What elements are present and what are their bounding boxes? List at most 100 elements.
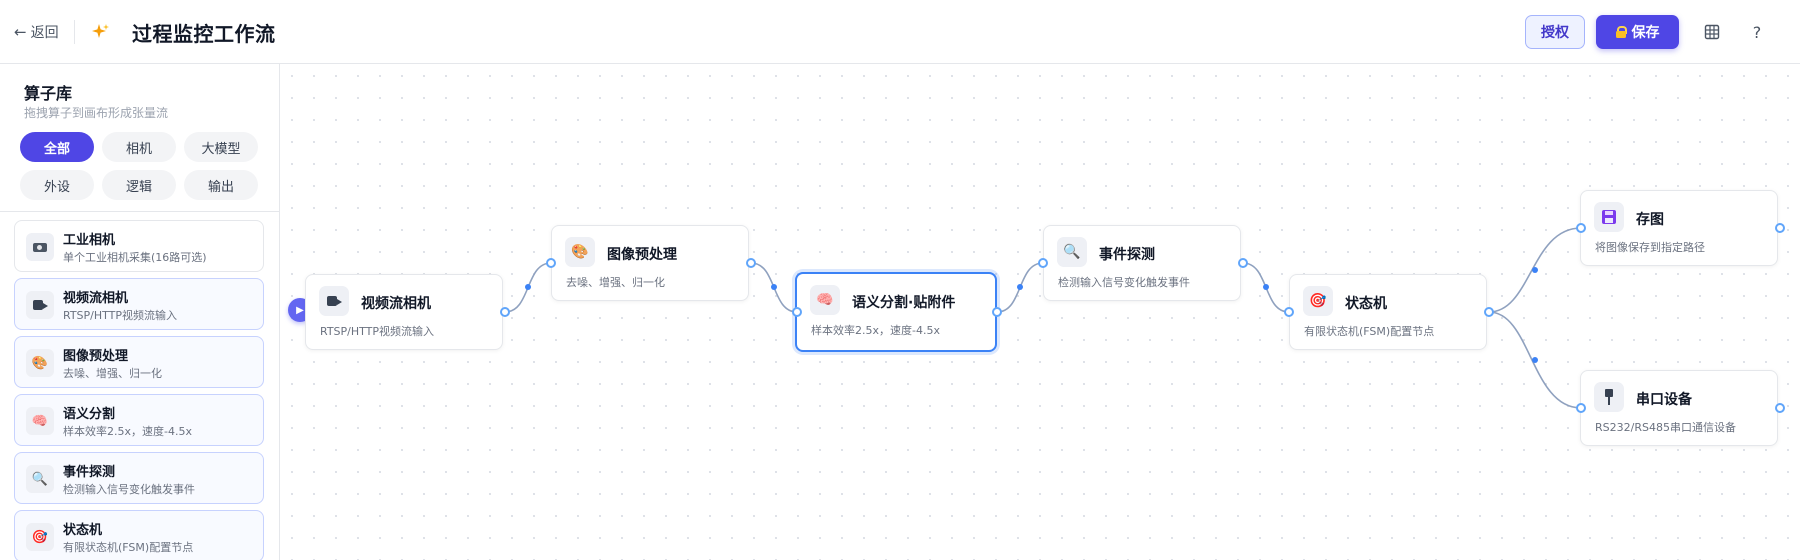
grid-icon xyxy=(1704,24,1720,40)
output-port[interactable] xyxy=(1238,258,1248,268)
help-button[interactable]: ? xyxy=(1745,20,1769,44)
operator-desc: 有限状态机(FSM)配置节点 xyxy=(63,541,194,554)
output-port[interactable] xyxy=(746,258,756,268)
operator-item[interactable]: 🎯 状态机 有限状态机(FSM)配置节点 xyxy=(14,510,264,560)
brain-icon: 🧠 xyxy=(26,407,54,435)
top-bar: ← 返回 过程监控工作流 授权 保存 ? xyxy=(0,0,1800,64)
operator-item[interactable]: 🔍 事件探测 检测输入信号变化触发事件 xyxy=(14,452,264,504)
workflow-canvas[interactable]: ▶ 视频流相机 RTSP/HTTP视频流输入 🎨 图像预处理 去噪、增强、归一化… xyxy=(281,65,1800,560)
magnifier-icon: 🔍 xyxy=(26,465,54,493)
node-desc: 检测输入信号变化触发事件 xyxy=(1058,276,1190,289)
edge-midpoint xyxy=(1017,284,1023,290)
operator-name: 图像预处理 xyxy=(63,349,129,364)
operator-name: 工业相机 xyxy=(63,233,116,248)
input-port[interactable] xyxy=(1576,223,1586,233)
grid-toggle-button[interactable] xyxy=(1700,20,1724,44)
node-desc: 有限状态机(FSM)配置节点 xyxy=(1304,325,1435,338)
chip-logic[interactable]: 逻辑 xyxy=(102,170,176,200)
chip-llm[interactable]: 大模型 xyxy=(184,132,258,162)
edge-event-fsm[interactable] xyxy=(1242,262,1290,313)
output-port[interactable] xyxy=(1775,403,1785,413)
arrow-left-icon: ← xyxy=(14,23,27,41)
chip-all[interactable]: 全部 xyxy=(20,132,94,162)
industrial-camera-icon xyxy=(26,233,54,261)
operator-name: 视频流相机 xyxy=(63,291,129,306)
authorize-button[interactable]: 授权 xyxy=(1525,15,1585,49)
node-title: 串口设备 xyxy=(1636,392,1692,408)
input-port[interactable] xyxy=(792,307,802,317)
node-title: 事件探测 xyxy=(1099,247,1155,263)
input-port[interactable] xyxy=(1576,403,1586,413)
library-title: 算子库 xyxy=(24,84,73,103)
node-title: 状态机 xyxy=(1345,296,1387,312)
play-icon: ▶ xyxy=(296,304,304,316)
edge-fsm-save[interactable] xyxy=(1488,227,1582,313)
save-label: 保存 xyxy=(1631,25,1660,41)
operator-item[interactable]: 工业相机 单个工业相机采集(16路可选) xyxy=(14,220,264,272)
output-port[interactable] xyxy=(1775,223,1785,233)
operator-name: 语义分割 xyxy=(63,407,116,422)
node-video-camera[interactable]: 视频流相机 RTSP/HTTP视频流输入 xyxy=(305,274,503,350)
back-label: 返回 xyxy=(30,25,59,41)
output-port[interactable] xyxy=(500,307,510,317)
back-button[interactable]: ← 返回 xyxy=(14,20,59,44)
node-event-detection[interactable]: 🔍 事件探测 检测输入信号变化触发事件 xyxy=(1043,225,1241,301)
node-title: 语义分割·贴附件 xyxy=(852,295,956,311)
operator-library-panel: 算子库 拖拽算子到画布形成张量流 全部 相机 大模型 外设 逻辑 输出 工业相机… xyxy=(0,64,280,560)
node-semantic-segmentation[interactable]: 🧠 语义分割·贴附件 样本效率2.5x，速度-4.5x xyxy=(795,272,997,352)
chip-peripheral[interactable]: 外设 xyxy=(20,170,94,200)
operator-item[interactable]: 🎨 图像预处理 去噪、增强、归一化 xyxy=(14,336,264,388)
edge-midpoint xyxy=(1263,284,1269,290)
edge-fsm-serial[interactable] xyxy=(1488,311,1582,409)
node-state-machine[interactable]: 🎯 状态机 有限状态机(FSM)配置节点 xyxy=(1289,274,1487,350)
edge-pre-seg[interactable] xyxy=(750,262,798,313)
palette-icon: 🎨 xyxy=(26,349,54,377)
chip-output[interactable]: 输出 xyxy=(184,170,258,200)
palette-icon: 🎨 xyxy=(565,237,595,267)
node-title: 图像预处理 xyxy=(607,247,677,263)
edge-midpoint xyxy=(525,284,531,290)
operator-name: 状态机 xyxy=(63,523,103,538)
node-title: 存图 xyxy=(1636,212,1664,228)
header-divider xyxy=(74,20,75,44)
node-serial-device[interactable]: 串口设备 RS232/RS485串口通信设备 xyxy=(1580,370,1778,446)
input-port[interactable] xyxy=(1284,307,1294,317)
node-desc: 将图像保存到指定路径 xyxy=(1595,241,1705,254)
magnifier-icon: 🔍 xyxy=(1057,237,1087,267)
operator-desc: 样本效率2.5x，速度-4.5x xyxy=(63,425,192,438)
target-icon: 🎯 xyxy=(1303,286,1333,316)
output-port[interactable] xyxy=(1484,307,1494,317)
operator-desc: 检测输入信号变化触发事件 xyxy=(63,483,195,496)
target-icon: 🎯 xyxy=(26,523,54,551)
save-button[interactable]: 保存 xyxy=(1596,15,1679,49)
plug-icon xyxy=(1594,382,1624,412)
output-port[interactable] xyxy=(992,307,1002,317)
edge-midpoint xyxy=(1532,357,1538,363)
library-subtitle: 拖拽算子到画布形成张量流 xyxy=(24,106,169,120)
node-title: 视频流相机 xyxy=(361,296,431,312)
operator-desc: RTSP/HTTP视频流输入 xyxy=(63,309,178,322)
node-desc: RTSP/HTTP视频流输入 xyxy=(320,325,435,338)
sparkle-icon xyxy=(90,20,112,44)
sidebar-divider xyxy=(0,211,279,212)
edge-midpoint xyxy=(771,284,777,290)
edge-midpoint xyxy=(1532,267,1538,273)
operator-desc: 去噪、增强、归一化 xyxy=(63,367,162,380)
input-port[interactable] xyxy=(546,258,556,268)
node-image-preprocess[interactable]: 🎨 图像预处理 去噪、增强、归一化 xyxy=(551,225,749,301)
operator-item[interactable]: 视频流相机 RTSP/HTTP视频流输入 xyxy=(14,278,264,330)
floppy-disk-icon xyxy=(1594,202,1624,232)
node-save-image[interactable]: 存图 将图像保存到指定路径 xyxy=(1580,190,1778,266)
video-camera-icon xyxy=(26,291,54,319)
edge-seg-event[interactable] xyxy=(996,262,1044,313)
operator-item[interactable]: 🧠 语义分割 样本效率2.5x，速度-4.5x xyxy=(14,394,264,446)
input-port[interactable] xyxy=(1038,258,1048,268)
operator-name: 事件探测 xyxy=(63,465,116,480)
brain-icon: 🧠 xyxy=(810,285,840,315)
node-desc: 样本效率2.5x，速度-4.5x xyxy=(811,324,940,337)
node-desc: RS232/RS485串口通信设备 xyxy=(1595,421,1736,434)
edge-video-pre[interactable] xyxy=(504,262,552,313)
chip-camera[interactable]: 相机 xyxy=(102,132,176,162)
page-title: 过程监控工作流 xyxy=(132,22,276,46)
lock-icon xyxy=(1615,26,1627,38)
